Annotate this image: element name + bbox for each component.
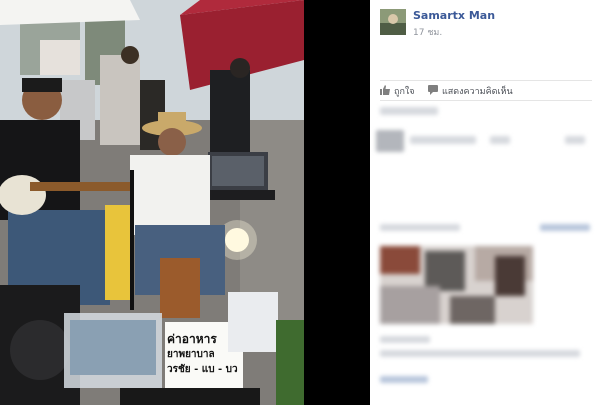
- sign-line: ค่าอาหาร: [167, 332, 217, 346]
- sign-text: ค่าอาหาร ยาพยาบาล วรชัย - แบ - บว: [167, 332, 241, 377]
- blurred-text: [380, 224, 460, 231]
- divider: [380, 80, 592, 81]
- sign-line: วรชัย - แบ - บว: [167, 364, 238, 375]
- sign-line: ยาพยาบาล: [167, 349, 215, 360]
- blurred-text: [490, 136, 510, 144]
- blurred-text: [410, 136, 476, 144]
- author-name[interactable]: Samartx Man: [413, 9, 495, 22]
- blurred-link: [540, 224, 590, 231]
- comment-button[interactable]: แสดงความคิดเห็น: [428, 84, 513, 98]
- comment-label: แสดงความคิดเห็น: [442, 87, 513, 97]
- post-side-panel: Samartx Man 17 ชม. ถูกใจ แสดงความคิดเห็น: [370, 0, 600, 405]
- like-label: ถูกใจ: [394, 87, 415, 97]
- avatar[interactable]: [380, 9, 406, 35]
- blurred-image: [380, 246, 533, 324]
- blurred-link: [380, 376, 428, 383]
- lightbox-gap: [304, 0, 370, 405]
- blurred-text: [380, 350, 580, 357]
- thumbs-up-icon: [380, 84, 390, 98]
- blurred-avatar: [376, 130, 404, 152]
- speech-bubble-icon: [428, 84, 438, 98]
- street-musicians-photo: [0, 0, 304, 405]
- avatar-image: [380, 9, 406, 35]
- post-timestamp[interactable]: 17 ชม.: [413, 25, 442, 39]
- like-button[interactable]: ถูกใจ: [380, 84, 415, 98]
- blurred-text: [565, 136, 585, 144]
- divider: [380, 100, 592, 101]
- blurred-text: [380, 107, 438, 115]
- blurred-text: [380, 336, 430, 343]
- post-photo[interactable]: ค่าอาหาร ยาพยาบาล วรชัย - แบ - บว: [0, 0, 304, 405]
